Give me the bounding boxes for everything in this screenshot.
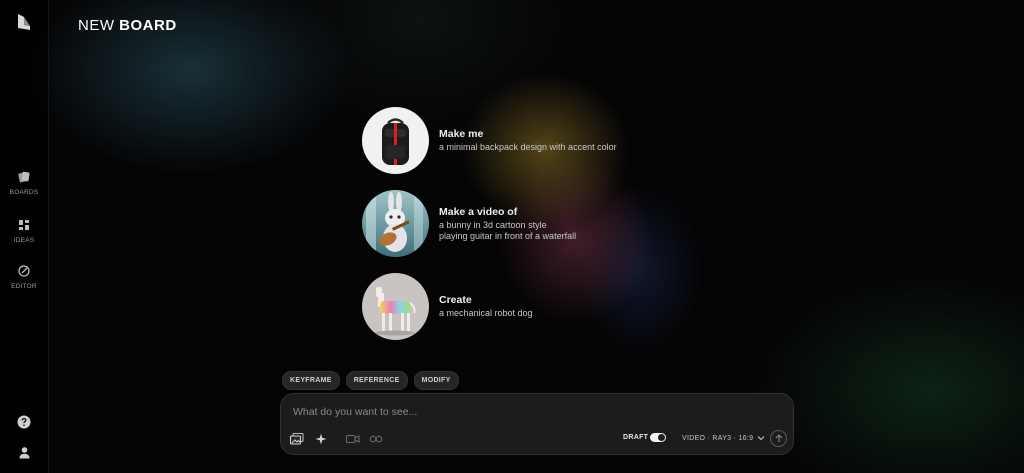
bunny-thumbnail [362, 190, 429, 257]
user-button[interactable] [0, 446, 48, 459]
chip-modify[interactable]: MODIFY [413, 371, 459, 390]
sparkle-icon[interactable] [314, 433, 328, 445]
boards-icon [18, 171, 30, 183]
sidebar-item-ideas[interactable]: IDEAS [0, 218, 48, 244]
user-icon [19, 447, 29, 459]
sidebar-item-label: BOARDS [9, 189, 39, 196]
help-icon [17, 415, 31, 429]
editor-icon [18, 265, 30, 277]
page-title: NEW BOARD [78, 17, 177, 34]
mode-chips: KEYFRAME REFERENCE MODIFY [282, 371, 459, 390]
chip-keyframe[interactable]: KEYFRAME [282, 371, 340, 390]
suggestion-description: a mechanical robot dog [439, 308, 533, 318]
suggestion-bunny-video[interactable]: Make a video of a bunny in 3d cartoon st… [362, 190, 576, 257]
sidebar-item-label: EDITOR [11, 283, 37, 290]
robot-dog-thumbnail [362, 273, 429, 340]
model-label: VIDEO · RAY3 · 16:9 [682, 434, 754, 442]
suggestion-title: Make me [439, 128, 484, 140]
sidebar: BOARDS IDEAS EDITOR [0, 0, 49, 473]
chevron-down-icon [757, 436, 765, 441]
backpack-thumbnail [362, 107, 429, 174]
help-button[interactable] [0, 415, 48, 429]
suggestion-title: Make a video of [439, 205, 518, 218]
prompt-input[interactable] [291, 402, 785, 422]
image-icon[interactable] [290, 433, 304, 445]
chip-reference[interactable]: REFERENCE [345, 371, 408, 390]
ideas-icon [19, 220, 29, 230]
prompt-box: DRAFT VIDEO · RAY3 · 16:9 [280, 393, 794, 455]
draft-label: DRAFT [623, 434, 649, 441]
suggestion-title: Create [439, 294, 472, 306]
model-select[interactable]: VIDEO · RAY3 · 16:9 [682, 431, 765, 445]
page-title-prefix: NEW [78, 17, 115, 34]
suggestion-description: a minimal backpack design with accent co… [439, 142, 617, 152]
sidebar-item-editor[interactable]: EDITOR [0, 264, 48, 290]
loop-icon[interactable] [369, 433, 383, 445]
suggestion-description: a bunny in 3d cartoon style playing guit… [439, 219, 577, 241]
sidebar-item-boards[interactable]: BOARDS [0, 170, 48, 196]
draft-toggle[interactable] [650, 433, 666, 442]
arrow-up-icon [775, 434, 782, 442]
sidebar-item-label: IDEAS [13, 237, 35, 244]
suggestion-robot-dog[interactable]: Create a mechanical robot dog [362, 273, 533, 340]
logo-icon[interactable] [16, 13, 32, 31]
send-button[interactable] [770, 430, 787, 447]
page-title-bold: BOARD [119, 17, 177, 34]
video-icon[interactable] [346, 433, 360, 445]
suggestion-backpack[interactable]: Make me a minimal backpack design with a… [362, 107, 617, 174]
app-window: BOARDS IDEAS EDITOR NEW BOARD Make me a … [0, 0, 1024, 473]
